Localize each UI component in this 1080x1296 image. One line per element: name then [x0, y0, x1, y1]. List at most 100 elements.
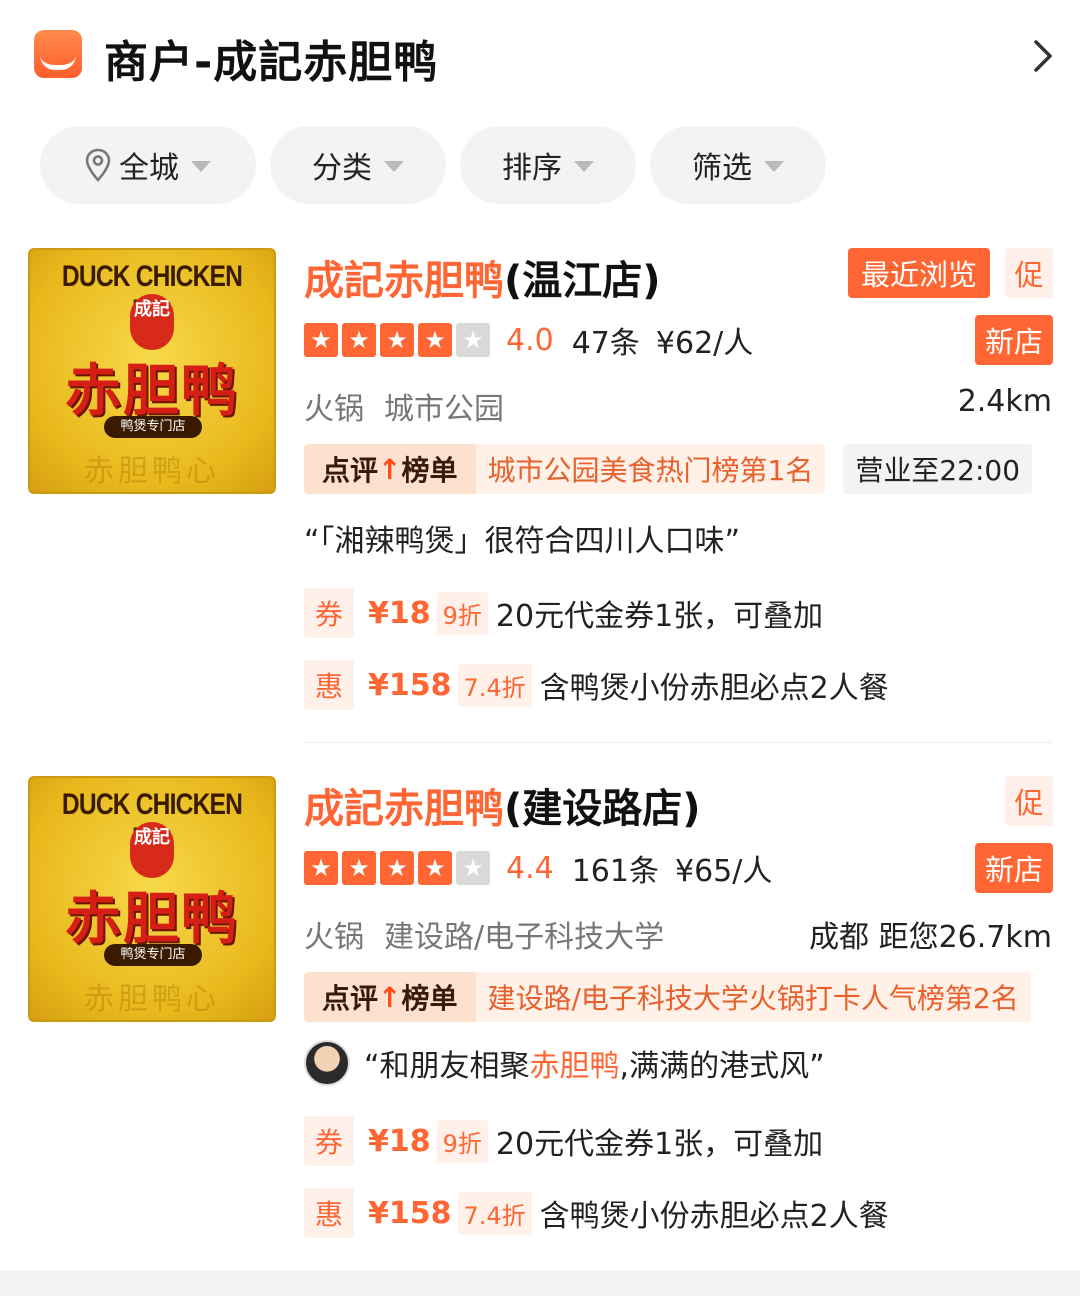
location-pin-icon	[85, 148, 111, 182]
promo-badge: 促	[1005, 776, 1053, 826]
voucher-icon: 券	[304, 588, 354, 638]
caret-down-icon	[384, 160, 404, 172]
star-icon: ★	[380, 323, 414, 357]
shop-thumbnail[interactable]: DUCK CHICKEN PIG 成記 赤胆鸭 鸭煲专门店 赤胆鸭心	[28, 248, 276, 494]
deal-price: ¥158	[368, 1195, 452, 1231]
ranking-badge: 点评 ↑ 榜单	[304, 972, 476, 1022]
shop-thumbnail[interactable]: DUCK CHICKEN PIG 成記 赤胆鸭 鸭煲专门店 赤胆鸭心	[28, 776, 276, 1022]
thumb-sub-text: 鸭煲专门店	[104, 416, 202, 438]
star-empty-icon: ★	[456, 323, 490, 357]
star-icon: ★	[304, 851, 338, 885]
shop-name[interactable]: 成記赤胆鸭(建设路店)	[304, 776, 701, 834]
rating-score: 4.4	[506, 850, 554, 886]
deal-row[interactable]: 券 ¥18 9折 20元代金券1张，可叠加	[304, 588, 823, 638]
ranking-badge: 点评 ↑ 榜单	[304, 444, 476, 494]
filter-more[interactable]: 筛选	[650, 126, 826, 204]
deal-description: 20元代金券1张，可叠加	[495, 599, 824, 634]
bottom-separator	[0, 1270, 1080, 1296]
chevron-right-icon[interactable]	[1028, 36, 1058, 76]
filter-city[interactable]: 全城	[40, 126, 256, 204]
deal-row[interactable]: 惠 ¥158 7.4折 含鸭煲小份赤胆必点2人餐	[304, 660, 889, 710]
thumb-sub-text: 鸭煲专门店	[104, 944, 202, 966]
ranking-badge-a: 点评	[322, 982, 379, 1015]
rating-row: ★ ★ ★ ★ ★ 4.0 47条 ¥62/人	[304, 320, 754, 361]
deal-row[interactable]: 券 ¥18 9折 20元代金券1张，可叠加	[304, 1116, 823, 1166]
review-quote: “和朋友相聚 赤胆鸭 ,满满的港式风”	[304, 1040, 825, 1086]
area-label: 城市公园	[384, 392, 504, 427]
shop-name-brand: 成記赤胆鸭	[304, 786, 504, 832]
header-bar[interactable]: 商户-成記赤胆鸭	[0, 0, 1080, 110]
deal-row[interactable]: 惠 ¥158 7.4折 含鸭煲小份赤胆必点2人餐	[304, 1188, 889, 1238]
deal-price: ¥18	[368, 1123, 431, 1159]
thumb-bg-text: 赤胆鸭心	[84, 982, 220, 1017]
business-hours: 营业至22:00	[843, 444, 1033, 494]
deal-price: ¥158	[368, 667, 452, 703]
deal-description: 含鸭煲小份赤胆必点2人餐	[539, 1199, 889, 1234]
thumb-seal: 成記	[130, 294, 174, 350]
page-title: 商户-成記赤胆鸭	[104, 37, 439, 88]
star-icon: ★	[380, 851, 414, 885]
deal-description: 含鸭煲小份赤胆必点2人餐	[539, 671, 889, 706]
voucher-icon: 券	[304, 1116, 354, 1166]
star-icon: ★	[418, 323, 452, 357]
avg-price: ¥65/人	[674, 854, 773, 889]
thumb-bg-text: 赤胆鸭心	[84, 454, 220, 489]
star-rating: ★ ★ ★ ★ ★	[304, 323, 490, 357]
thumb-main-text: 赤胆鸭	[65, 359, 239, 424]
caret-down-icon	[764, 160, 784, 172]
filter-category[interactable]: 分类	[270, 126, 446, 204]
distance-label: 成都 距您26.7km	[809, 920, 1052, 955]
deal-discount: 9折	[436, 591, 488, 635]
deal-description: 20元代金券1张，可叠加	[495, 1127, 824, 1162]
quote-text-pre: “和朋友相聚	[364, 1049, 530, 1084]
arrow-up-icon: ↑	[378, 980, 402, 1014]
quote-highlight: 赤胆鸭	[529, 1049, 620, 1084]
star-rating: ★ ★ ★ ★ ★	[304, 851, 490, 885]
ranking-badge-b: 榜单	[401, 454, 458, 487]
deal-discount: 9折	[436, 1119, 488, 1163]
shop-name-branch: (建设路店)	[504, 786, 701, 832]
deal-discount: 7.4折	[457, 1191, 532, 1235]
avg-price: ¥62/人	[655, 326, 754, 361]
area-label: 建设路/电子科技大学	[384, 920, 665, 955]
discount-icon: 惠	[304, 1188, 354, 1238]
star-empty-icon: ★	[456, 851, 490, 885]
filter-category-label: 分类	[312, 151, 372, 186]
category-row: 火锅 建设路/电子科技大学	[304, 912, 664, 956]
filter-sort-label: 排序	[502, 151, 562, 186]
ranking-row[interactable]: 点评 ↑ 榜单 建设路/电子科技大学火锅打卡人气榜第2名	[304, 972, 1031, 1022]
shop-name[interactable]: 成記赤胆鸭(温江店)	[304, 248, 661, 306]
recent-viewed-badge: 最近浏览	[848, 248, 990, 298]
category-row: 火锅 城市公园	[304, 384, 504, 428]
ranking-row[interactable]: 点评 ↑ 榜单 城市公园美食热门榜第1名 营业至22:00	[304, 444, 1033, 494]
star-icon: ★	[342, 851, 376, 885]
deal-discount: 7.4折	[457, 663, 532, 707]
filter-sort[interactable]: 排序	[460, 126, 636, 204]
rating-row: ★ ★ ★ ★ ★ 4.4 161条 ¥65/人	[304, 848, 773, 889]
ranking-badge-a: 点评	[322, 454, 379, 487]
category-label: 火锅	[304, 392, 364, 427]
deal-price: ¥18	[368, 595, 431, 631]
arrow-up-icon: ↑	[378, 452, 402, 486]
new-shop-badge: 新店	[975, 315, 1053, 365]
star-icon: ★	[304, 323, 338, 357]
review-count: 161条	[571, 854, 659, 889]
divider	[304, 742, 1052, 743]
review-quote: “「湘辣鸭煲」很符合四川人口味”	[304, 524, 741, 559]
quote-text-post: ,满满的港式风”	[619, 1049, 825, 1084]
ranking-text: 建设路/电子科技大学火锅打卡人气榜第2名	[475, 972, 1031, 1022]
shop-name-brand: 成記赤胆鸭	[304, 258, 504, 304]
thumb-seal: 成記	[130, 822, 174, 878]
filter-city-label: 全城	[119, 151, 179, 186]
avatar	[304, 1040, 350, 1086]
rating-score: 4.0	[506, 322, 554, 358]
review-count: 47条	[571, 326, 640, 361]
shop-name-branch: (温江店)	[504, 258, 661, 304]
filter-more-label: 筛选	[692, 151, 752, 186]
ranking-text: 城市公园美食热门榜第1名	[475, 444, 826, 494]
star-icon: ★	[342, 323, 376, 357]
ranking-badge-b: 榜单	[401, 982, 458, 1015]
category-label: 火锅	[304, 920, 364, 955]
star-icon: ★	[418, 851, 452, 885]
discount-icon: 惠	[304, 660, 354, 710]
